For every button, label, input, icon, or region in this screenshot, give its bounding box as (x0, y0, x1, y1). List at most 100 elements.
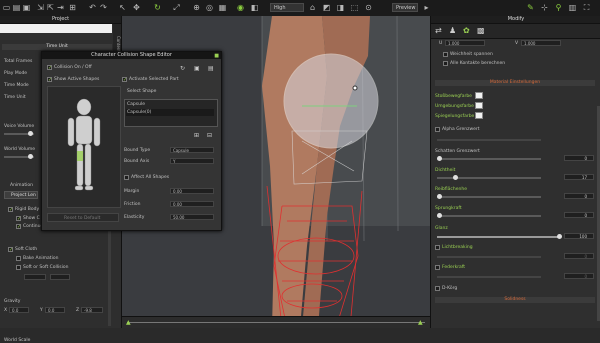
save-icon[interactable]: ▣ (22, 3, 31, 12)
option2-checkbox[interactable] (443, 61, 448, 66)
alpha-checkbox[interactable] (435, 127, 440, 132)
bound-type-select[interactable]: Capsule (170, 147, 214, 153)
zoom-icon[interactable]: ⊙ (364, 3, 373, 12)
refresh-icon[interactable]: ↻ (180, 65, 185, 72)
time-unit-header[interactable]: Time Unit (2, 44, 112, 50)
shadow-field[interactable]: 0 (564, 155, 594, 161)
export-icon[interactable]: ⇱ (46, 3, 55, 12)
visibility-eye-icon[interactable]: ◉ (236, 3, 245, 12)
add-shape-icon[interactable]: ⊞ (194, 132, 199, 139)
density-slider[interactable] (437, 175, 541, 180)
option1-checkbox[interactable] (443, 52, 448, 57)
jump-slider[interactable] (437, 213, 541, 218)
project-length-button[interactable]: Project Len (4, 191, 38, 199)
color3-swatch[interactable] (475, 112, 483, 119)
render-icon[interactable]: ◧ (250, 3, 259, 12)
timeline-end-marker-icon[interactable]: ▲ (418, 320, 423, 326)
shape-list[interactable]: Capsule Capsule(0) (124, 99, 218, 127)
gloss-slider[interactable] (437, 234, 562, 239)
color1-swatch[interactable] (475, 92, 483, 99)
shadow-slider[interactable] (437, 156, 541, 161)
show-active-shapes-checkbox[interactable]: ✓ (47, 77, 52, 83)
soft-cloth-collision-checkbox[interactable] (16, 265, 21, 270)
camera-icon[interactable]: ◎ (205, 3, 214, 12)
view-icon-2[interactable]: ◨ (336, 3, 345, 12)
gravity-z-field[interactable]: -9.8 (81, 307, 103, 313)
project-tab-strip[interactable] (0, 24, 112, 33)
friction-slider[interactable] (437, 194, 541, 199)
shape-list-item[interactable]: Capsule(0) (126, 109, 214, 116)
jump-field[interactable]: 0 (564, 212, 594, 218)
continuous-collision-checkbox[interactable]: ✓ (16, 224, 21, 230)
voice-volume-knob[interactable] (28, 131, 33, 136)
world-volume-slider[interactable] (4, 154, 34, 159)
solidness-header[interactable]: Solidness (435, 297, 595, 303)
affect-all-shapes-checkbox[interactable] (124, 175, 129, 180)
reset-default-button[interactable]: Reset to Default (47, 213, 119, 222)
selected-part-highlight[interactable] (77, 151, 83, 161)
rotate-icon[interactable]: ↻ (153, 3, 162, 12)
select-cursor-icon[interactable]: ↖ (118, 3, 127, 12)
gloss-knob[interactable] (557, 234, 562, 239)
pin-icon[interactable]: ⚲ (554, 3, 563, 12)
panel-icon[interactable]: ▥ (568, 3, 577, 12)
open-folder-icon[interactable]: ▤ (12, 3, 21, 12)
snap-icon[interactable]: ⊹ (540, 3, 549, 12)
preview-select[interactable]: Preview (392, 3, 418, 12)
import-icon[interactable]: ⇲ (36, 3, 45, 12)
soft-cloth-checkbox[interactable]: ✓ (8, 247, 13, 253)
layout-icon[interactable]: ⊞ (68, 3, 77, 12)
spring-slider[interactable] (437, 276, 541, 278)
shadow-knob[interactable] (437, 156, 442, 161)
light-checkbox[interactable] (435, 245, 440, 250)
remove-shape-icon[interactable]: ⊟ (207, 132, 212, 139)
quality-select[interactable]: High (270, 3, 304, 12)
v-field[interactable]: 1.000 (521, 40, 561, 46)
timeline-start-marker-icon[interactable]: ▲ (126, 320, 131, 326)
pick-icon[interactable]: ✎ (526, 3, 535, 12)
spring-checkbox[interactable] (435, 265, 440, 270)
timeline-track[interactable] (127, 322, 425, 323)
u-field[interactable]: 1.000 (445, 40, 485, 46)
friction-knob[interactable] (437, 194, 442, 199)
gravity-y-field[interactable]: 0.0 (45, 307, 65, 313)
physics-tab-icon[interactable]: ▩ (477, 26, 485, 35)
capsule-handle[interactable] (352, 85, 358, 91)
grid-icon[interactable]: ▦ (218, 3, 227, 12)
soft-cloth-value-2[interactable] (50, 274, 70, 280)
elasticity-field[interactable]: 50.00 (170, 214, 214, 220)
scale-icon[interactable]: ⤢ (172, 3, 181, 12)
d-checkbox[interactable] (435, 286, 440, 291)
material-tab-icon[interactable]: ✿ (463, 26, 470, 35)
collision-toggle-checkbox[interactable]: ✓ (47, 65, 52, 71)
export-icon-2[interactable]: ⇥ (56, 3, 65, 12)
activate-selected-part-checkbox[interactable]: ✓ (122, 77, 127, 83)
density-knob[interactable] (453, 175, 458, 180)
redo-icon[interactable]: ↷ (99, 3, 108, 12)
show-c-checkbox[interactable]: ✓ (16, 216, 21, 222)
friction-field-right[interactable]: 0 (564, 193, 594, 199)
world-volume-knob[interactable] (28, 154, 33, 159)
soft-cloth-value-1[interactable] (24, 274, 46, 280)
dialog-close-icon[interactable]: ■ (214, 53, 219, 59)
light-field[interactable]: 0 (564, 253, 594, 259)
density-field[interactable]: 17 (564, 174, 594, 180)
voice-volume-slider[interactable] (4, 131, 34, 136)
save-preset-icon[interactable]: ▤ (208, 65, 214, 72)
character-preview[interactable] (47, 86, 121, 208)
color2-swatch[interactable] (475, 102, 483, 109)
friction-field[interactable]: 0.00 (170, 201, 214, 207)
jump-knob[interactable] (437, 213, 442, 218)
undo-icon[interactable]: ↶ (88, 3, 97, 12)
rigid-body-checkbox[interactable]: ✓ (8, 207, 13, 213)
load-icon[interactable]: ▣ (194, 65, 200, 72)
motion-tab-icon[interactable]: ♟ (449, 26, 456, 35)
move-icon[interactable]: ✥ (132, 3, 141, 12)
alpha-slider[interactable] (437, 139, 541, 141)
gloss-field[interactable]: 100 (564, 233, 594, 239)
view-icon-1[interactable]: ◩ (322, 3, 331, 12)
bound-axis-select[interactable]: Y (170, 158, 214, 164)
material-settings-header[interactable]: Material Einstellungen (435, 80, 595, 86)
collision-capsule-sphere[interactable] (283, 53, 379, 149)
view-icon-3[interactable]: ⬚ (350, 3, 359, 12)
